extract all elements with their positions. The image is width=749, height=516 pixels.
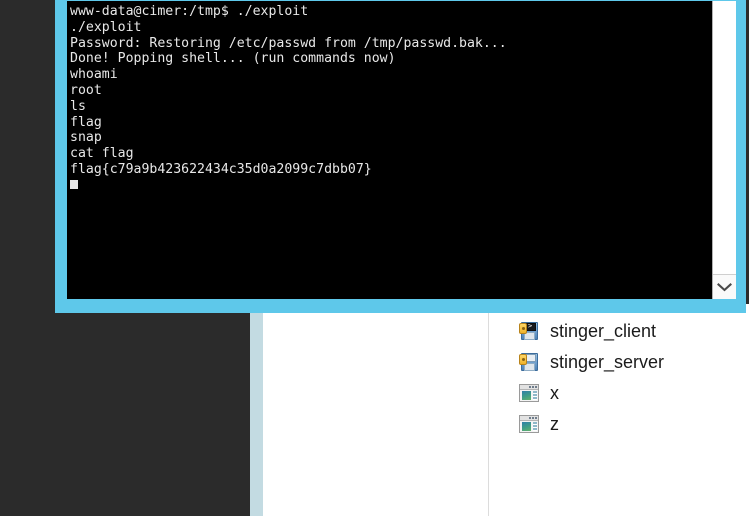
list-item[interactable]: stinger_server (498, 346, 749, 377)
file-name-label: x (550, 382, 559, 403)
panel-divider (488, 313, 489, 516)
file-name-label: stinger_server (550, 351, 665, 372)
screen: stinger_client stinger_server (0, 0, 749, 516)
list-item[interactable]: x (498, 377, 749, 408)
floppy-key-terminal-icon (518, 320, 540, 342)
terminal-inner: www-data@cimer:/tmp$ ./exploit ./exploit… (67, 1, 736, 299)
list-item[interactable]: stinger_client (498, 315, 749, 346)
terminal-output: www-data@cimer:/tmp$ ./exploit ./exploit… (70, 4, 712, 194)
terminal-cursor (70, 179, 78, 189)
terminal-window[interactable]: www-data@cimer:/tmp$ ./exploit ./exploit… (55, 0, 746, 313)
list-item[interactable]: z (498, 408, 749, 439)
chevron-down-icon (717, 282, 732, 291)
window-app-icon (518, 413, 540, 435)
file-name-label: z (550, 413, 559, 434)
scrollbar-down-button[interactable] (713, 274, 736, 299)
file-name-label: stinger_client (550, 320, 657, 341)
terminal-scrollbar[interactable] (712, 1, 736, 299)
scrollbar-thumb[interactable] (713, 1, 736, 259)
file-list: stinger_client stinger_server (498, 315, 749, 439)
terminal-screen[interactable]: www-data@cimer:/tmp$ ./exploit ./exploit… (67, 1, 712, 299)
floppy-key-icon (518, 351, 540, 373)
window-app-icon (518, 382, 540, 404)
